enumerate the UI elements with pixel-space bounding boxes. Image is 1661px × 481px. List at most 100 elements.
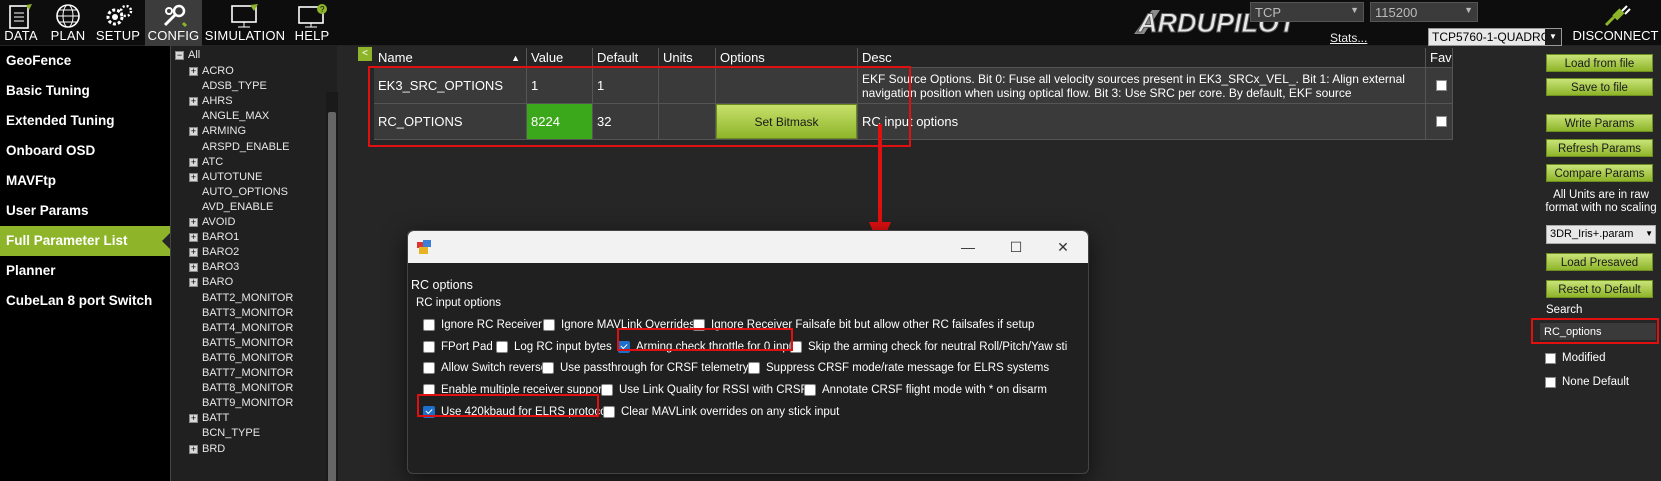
expand-icon[interactable]: + [189,218,198,227]
tree-item[interactable]: BATT9_MONITOR [189,395,293,411]
option-checkbox-row[interactable]: Enable multiple receiver support [423,384,605,396]
unchecked-checkbox[interactable] [601,384,613,396]
tree-item[interactable]: BATT7_MONITOR [189,365,293,381]
param-file-select[interactable]: 3DR_Iris+.param ▼ [1546,225,1656,244]
load-presaved-button[interactable]: Load Presaved [1546,253,1653,271]
refresh-params-button[interactable]: Refresh Params [1546,139,1653,157]
tree-scrollbar-thumb[interactable] [328,112,336,481]
expand-icon[interactable]: + [189,444,198,454]
unchecked-checkbox[interactable] [693,319,705,331]
sidebar-item-basic-tuning[interactable]: Basic Tuning [0,76,170,106]
tree-item[interactable]: + AUTOTUNE [189,169,262,185]
none-default-checkbox[interactable] [1545,376,1556,388]
tree-item[interactable]: + ATC [189,154,223,170]
cell-value[interactable]: 8224 [527,104,593,140]
expand-icon[interactable]: + [189,263,198,273]
checked-checkbox[interactable] [618,341,630,353]
option-checkbox-row[interactable]: Skip the arming check for neutral Roll/P… [790,341,1067,353]
sidebar-item-cubelan-switch[interactable]: CubeLan 8 port Switch [0,286,170,316]
unchecked-checkbox[interactable] [423,362,435,374]
unchecked-checkbox[interactable] [423,319,435,331]
disconnect-button[interactable]: DISCONNECT [1570,0,1661,46]
baud-rate-select[interactable]: 115200 ▼ [1370,2,1478,22]
unchecked-checkbox[interactable] [423,384,435,396]
dialog-titlebar[interactable]: — ☐ ✕ [408,231,1088,263]
tree-scrollbar[interactable] [326,92,338,481]
column-header-name[interactable]: Name ▲ [374,48,527,68]
sidebar-item-planner[interactable]: Planner [0,256,170,286]
expand-icon[interactable]: + [189,233,198,243]
expand-icon[interactable]: + [189,414,198,424]
sidebar-item-extended-tuning[interactable]: Extended Tuning [0,106,170,136]
expand-icon[interactable]: + [189,127,198,137]
favorite-checkbox[interactable] [1436,80,1447,91]
tree-item[interactable]: BATT4_MONITOR [189,320,293,336]
option-checkbox-row[interactable]: Use 420kbaud for ELRS protocol [423,406,609,418]
tree-item[interactable]: BATT6_MONITOR [189,350,293,366]
tree-item[interactable]: BATT5_MONITOR [189,335,293,351]
cell-name[interactable]: EK3_SRC_OPTIONS [374,68,527,104]
tree-item[interactable]: BATT8_MONITOR [189,380,293,396]
checked-checkbox[interactable] [423,406,435,418]
sidebar-item-user-params[interactable]: User Params [0,196,170,226]
search-input[interactable] [1540,323,1656,340]
collapse-icon[interactable]: − [175,51,184,60]
unchecked-checkbox[interactable] [423,341,435,353]
tree-item[interactable]: BCN_TYPE [189,425,260,441]
column-header-units[interactable]: Units [659,48,716,68]
option-checkbox-row[interactable]: Ignore Receiver Failsafe bit but allow o… [693,319,1034,331]
column-header-desc[interactable]: Desc [858,48,1426,68]
option-checkbox-row[interactable]: Annotate CRSF flight mode with * on disa… [804,384,1047,396]
nav-plan-button[interactable]: PLAN [46,0,90,46]
expand-icon[interactable]: + [189,248,198,258]
tree-item[interactable]: + ACRO [189,63,234,79]
expand-icon[interactable]: + [189,67,198,76]
option-checkbox-row[interactable]: Use Link Quality for RSSI with CRSF [601,384,808,396]
tree-item[interactable]: + BATT [189,410,229,426]
tree-item[interactable]: + AHRS [189,93,233,109]
collapse-tree-button[interactable]: < [358,47,372,61]
save-to-file-button[interactable]: Save to file [1546,78,1653,96]
tree-item[interactable]: + BARO1 [189,229,239,245]
tree-item[interactable]: ARSPD_ENABLE [189,139,289,155]
reset-to-default-button[interactable]: Reset to Default [1546,280,1653,298]
set-bitmask-button[interactable]: Set Bitmask [716,104,857,139]
option-checkbox-row[interactable]: Allow Switch reverse [423,362,547,374]
option-checkbox-row[interactable]: Arming check throttle for 0 input [618,341,798,353]
unchecked-checkbox[interactable] [603,406,615,418]
nav-help-button[interactable]: ? HELP [290,0,334,46]
expand-icon[interactable]: + [189,278,198,288]
tree-item[interactable]: + BARO3 [189,259,239,275]
option-checkbox-row[interactable]: Log RC input bytes [496,341,612,353]
column-header-default[interactable]: Default [593,48,659,68]
sidebar-item-onboard-osd[interactable]: Onboard OSD [0,136,170,166]
column-header-value[interactable]: Value [527,48,593,68]
cell-value[interactable]: 1 [527,68,593,104]
none-default-filter[interactable]: None Default [1545,376,1629,388]
unchecked-checkbox[interactable] [790,341,802,353]
modified-checkbox[interactable] [1545,352,1556,364]
tree-root-all[interactable]: − All [175,47,200,63]
expand-icon[interactable]: + [189,97,198,107]
minimize-button[interactable]: — [953,237,983,257]
close-button[interactable]: ✕ [1048,237,1078,257]
unchecked-checkbox[interactable] [542,362,554,374]
tree-item[interactable]: ADSB_TYPE [189,78,267,94]
option-checkbox-row[interactable]: Ignore MAVLink Overrides [543,319,695,331]
sidebar-item-geofence[interactable]: GeoFence [0,46,170,76]
tree-item[interactable]: BATT3_MONITOR [189,305,293,321]
option-checkbox-row[interactable]: Suppress CRSF mode/rate message for ELRS… [748,362,1049,374]
favorite-checkbox[interactable] [1436,116,1447,127]
column-header-options[interactable]: Options [716,48,858,68]
unchecked-checkbox[interactable] [804,384,816,396]
option-checkbox-row[interactable]: Ignore RC Receiver [423,319,542,331]
tree-item[interactable]: ANGLE_MAX [189,108,269,124]
nav-setup-button[interactable]: SETUP [93,0,143,46]
maximize-button[interactable]: ☐ [1001,237,1031,257]
tree-item[interactable]: + ARMING [189,123,246,139]
column-header-fav[interactable]: Fav [1426,48,1453,68]
nav-config-button[interactable]: CONFIG [145,0,202,46]
compare-params-button[interactable]: Compare Params [1546,164,1653,182]
unchecked-checkbox[interactable] [748,362,760,374]
tree-item[interactable]: AUTO_OPTIONS [189,184,288,200]
